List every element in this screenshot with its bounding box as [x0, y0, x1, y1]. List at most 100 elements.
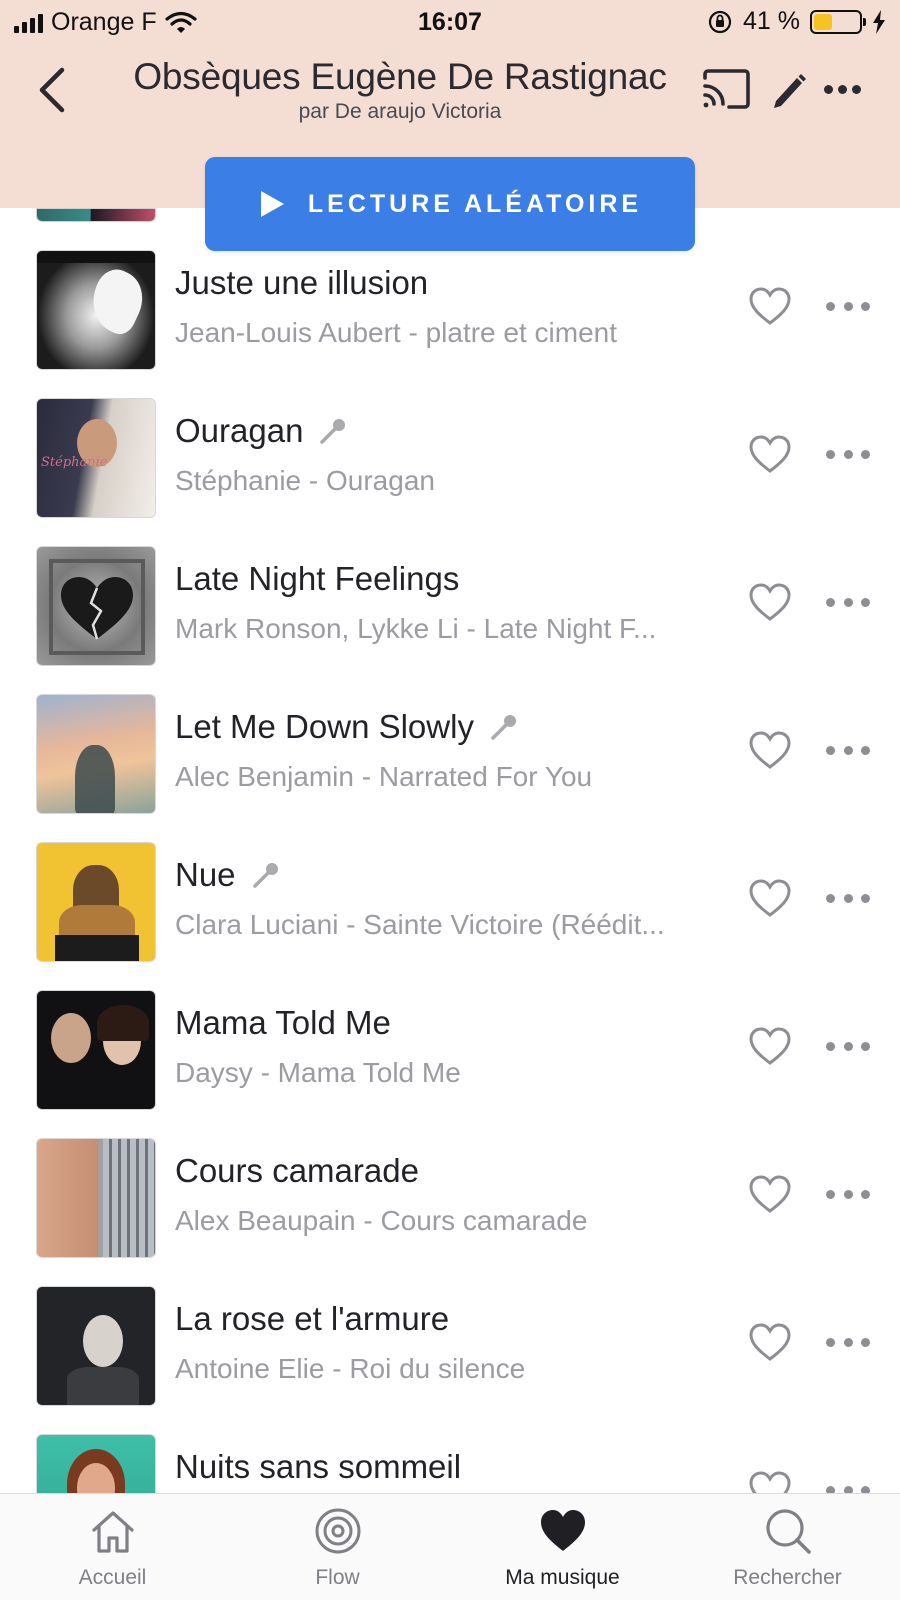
- track-subtitle: Daysy - Mama Told Me: [175, 1057, 461, 1088]
- shuffle-play-button[interactable]: LECTURE ALÉATOIRE: [205, 157, 695, 251]
- page-subtitle: par De araujo Victoria: [298, 100, 502, 123]
- track-subtitle: Alec Benjamin - Narrated For You: [175, 761, 593, 792]
- more-icon-dot: [843, 1337, 853, 1347]
- battery-icon: [810, 9, 866, 34]
- favorite-button[interactable]: [748, 1470, 792, 1493]
- home-icon: [91, 1511, 134, 1553]
- status-right: 41 %: [707, 7, 886, 36]
- more-icon-dot: [843, 1485, 853, 1493]
- more-icon-dot: [851, 84, 861, 94]
- track-row[interactable]: Late Night Feelings Mark Ronson, Lykke L…: [0, 544, 900, 692]
- track-title: Juste une illusion: [175, 264, 428, 302]
- play-icon: [260, 191, 284, 217]
- track-title: Nuits sans sommeil: [175, 1448, 461, 1486]
- more-icon-dot: [843, 893, 853, 903]
- favorite-button[interactable]: [748, 1026, 792, 1066]
- pencil-icon: [774, 74, 806, 108]
- track-title-text: Let Me Down Slowly: [175, 708, 474, 745]
- page-title: Obsèques Eugène De Rastignac: [133, 56, 667, 97]
- favorite-button[interactable]: [748, 1174, 792, 1214]
- track-subtitle: Alex Beaupain - Cours camarade: [175, 1205, 588, 1236]
- more-icon-dot: [861, 449, 870, 459]
- track-title-text: La rose et l'armure: [175, 1300, 450, 1337]
- track-more-button[interactable]: [826, 1036, 870, 1056]
- more-icon-dot: [861, 745, 870, 755]
- status-bar: Orange F 16:07 41 %: [0, 0, 900, 44]
- battery-percent: 41 %: [743, 7, 800, 35]
- heart-outline-icon: [749, 1471, 791, 1493]
- track-title: Cours camarade: [175, 1152, 419, 1190]
- more-icon-dot: [843, 1189, 853, 1199]
- edit-button[interactable]: [768, 66, 808, 112]
- shuffle-label: LECTURE ALÉATOIRE: [307, 189, 643, 218]
- more-icon-dot: [826, 1337, 835, 1347]
- tab-home[interactable]: Accueil: [0, 1494, 225, 1600]
- track-title-text: Cours camarade: [175, 1152, 419, 1189]
- favorite-button[interactable]: [748, 434, 792, 474]
- favorite-button[interactable]: [748, 730, 792, 770]
- more-icon-dot: [861, 597, 870, 607]
- track-title: Late Night Feelings: [175, 560, 459, 598]
- track-title-text: Mama Told Me: [175, 1004, 391, 1041]
- track-more-button[interactable]: [826, 740, 870, 760]
- more-icon-dot: [826, 301, 835, 311]
- more-icon-dot: [826, 893, 835, 903]
- track-title-text: Nue: [175, 856, 236, 893]
- heart-outline-icon: [749, 731, 791, 769]
- track-subtitle: Antoine Elie - Roi du silence: [175, 1353, 526, 1384]
- track-more-button[interactable]: [826, 296, 870, 316]
- track-row[interactable]: Nue Clara Luciani - Sainte Victoire (Réé…: [0, 840, 900, 988]
- track-list[interactable]: Juste une illusion Jean-Louis Aubert - p…: [0, 248, 900, 1493]
- search-icon: [765, 1509, 811, 1554]
- track-row[interactable]: Nuits sans sommeil: [0, 1432, 900, 1493]
- more-icon-dot: [823, 84, 833, 94]
- more-icon-dot: [826, 449, 835, 459]
- header-more-button[interactable]: [822, 66, 862, 112]
- tab-flow[interactable]: Flow: [225, 1494, 450, 1600]
- album-cover: [36, 546, 156, 666]
- header-title-block: Obsèques Eugène De Rastignac par De arau…: [100, 56, 700, 124]
- tab-search[interactable]: Rechercher: [675, 1494, 900, 1600]
- lyrics-microphone-icon: [491, 715, 516, 740]
- track-row[interactable]: Stéphanie Ouragan Stéphanie - Ouragan: [0, 396, 900, 544]
- more-icon-dot: [843, 449, 853, 459]
- favorite-button[interactable]: [748, 1322, 792, 1362]
- back-button[interactable]: [30, 62, 74, 118]
- track-subtitle: Stéphanie - Ouragan: [175, 465, 435, 496]
- track-row[interactable]: Mama Told Me Daysy - Mama Told Me: [0, 988, 900, 1136]
- track-more-button[interactable]: [826, 592, 870, 612]
- track-row[interactable]: La rose et l'armure Antoine Elie - Roi d…: [0, 1284, 900, 1432]
- more-icon-dot: [843, 301, 853, 311]
- track-title: Let Me Down Slowly: [175, 708, 518, 746]
- tab-label: Rechercher: [733, 1566, 842, 1589]
- more-icon-dot: [826, 1485, 835, 1493]
- track-more-button[interactable]: [826, 1332, 870, 1352]
- track-subtitle: Clara Luciani - Sainte Victoire (Réédit.…: [175, 909, 665, 940]
- track-more-button[interactable]: [826, 888, 870, 908]
- more-icon-dot: [826, 1189, 835, 1199]
- track-row[interactable]: Cours camarade Alex Beaupain - Cours cam…: [0, 1136, 900, 1284]
- track-more-button[interactable]: [826, 444, 870, 464]
- track-row[interactable]: Let Me Down Slowly Alec Benjamin - Narra…: [0, 692, 900, 840]
- album-cover: Stéphanie: [36, 398, 156, 518]
- favorite-button[interactable]: [748, 286, 792, 326]
- tab-label: Ma musique: [505, 1566, 620, 1589]
- cast-button[interactable]: [700, 66, 752, 112]
- tab-label: Flow: [315, 1566, 360, 1589]
- track-row[interactable]: Juste une illusion Jean-Louis Aubert - p…: [0, 248, 900, 396]
- favorite-button[interactable]: [748, 878, 792, 918]
- heart-outline-icon: [749, 583, 791, 621]
- track-title-text: Juste une illusion: [175, 264, 429, 301]
- track-title-text: Nuits sans sommeil: [175, 1448, 462, 1485]
- lyrics-microphone-icon: [252, 863, 278, 888]
- more-icon-dot: [826, 597, 835, 607]
- track-title-text: Ouragan: [175, 412, 304, 449]
- back-chevron-icon: [39, 67, 65, 113]
- favorite-button[interactable]: [748, 582, 792, 622]
- more-icon-dot: [861, 301, 870, 311]
- tab-my-music[interactable]: Ma musique: [450, 1494, 675, 1600]
- track-more-button[interactable]: [826, 1184, 870, 1204]
- more-icon-dot: [861, 1485, 870, 1493]
- track-title: La rose et l'armure: [175, 1300, 449, 1338]
- track-more-button[interactable]: [826, 1480, 870, 1493]
